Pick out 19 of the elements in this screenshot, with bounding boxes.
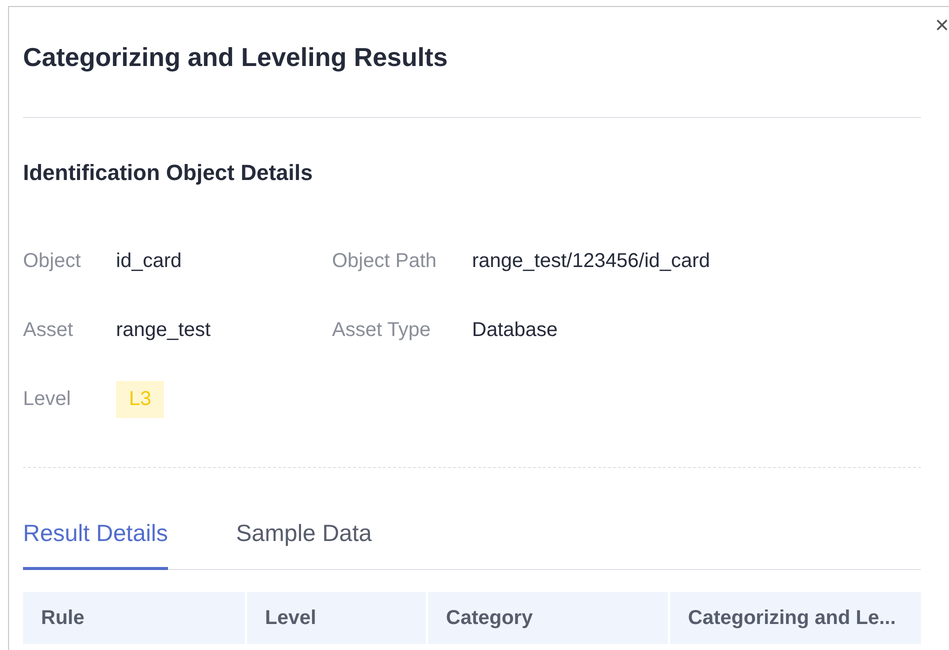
column-header: Level [247, 592, 426, 644]
tab[interactable]: Result Details [23, 520, 168, 570]
close-button[interactable]: × [934, 15, 949, 37]
column-header: Category [428, 592, 668, 644]
field-label: Asset Type [332, 319, 432, 342]
field-value: Database [472, 319, 558, 342]
dialog-title: Categorizing and Leveling Results [23, 7, 921, 118]
column-header: Categorizing and Le... [670, 592, 921, 644]
field-label: Level [23, 388, 72, 411]
field-label: Object Path [332, 250, 438, 273]
field-value: range_test [116, 319, 211, 342]
field-value: range_test/123456/id_card [472, 250, 710, 273]
field-label: Object [23, 250, 82, 273]
field-label: Asset [23, 319, 74, 342]
section-title: Identification Object Details [23, 160, 314, 186]
level-tag: L3 [116, 381, 164, 418]
tab[interactable]: Sample Data [236, 520, 372, 570]
column-header: Rule [23, 592, 245, 644]
field-value: id_card [116, 250, 182, 273]
